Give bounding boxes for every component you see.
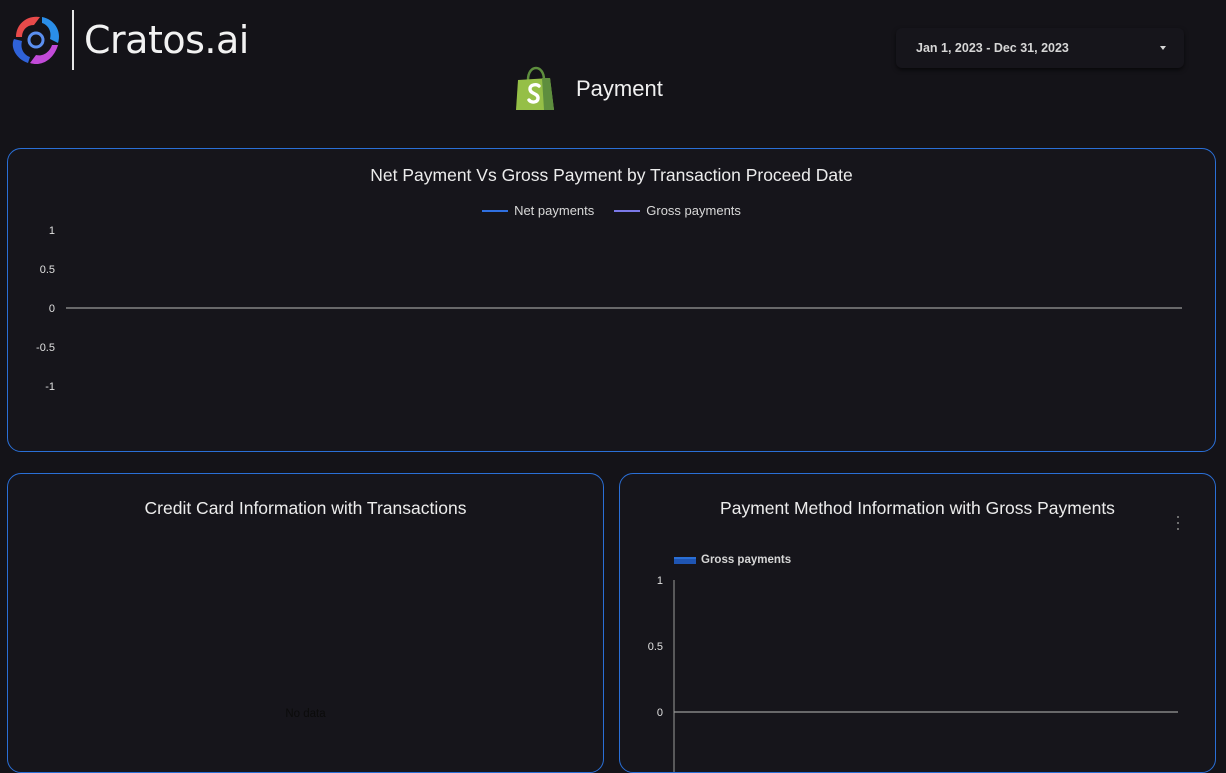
line-chart-plot: 1 0.5 0 -0.5 -1: [36, 225, 1182, 393]
page-header: Payment: [514, 66, 663, 112]
shopify-bag-icon: [516, 66, 554, 110]
chart-title: Credit Card Information with Transaction…: [144, 498, 467, 518]
y-tick-label: 0: [49, 303, 55, 315]
date-range-picker[interactable]: Jan 1, 2023 - Dec 31, 2023: [896, 28, 1184, 68]
date-range-value: Jan 1, 2023 - Dec 31, 2023: [916, 41, 1069, 55]
y-tick-label: 0.5: [648, 641, 663, 653]
no-data-message: No data: [285, 708, 326, 720]
y-tick-label: 1: [657, 575, 663, 587]
page-title: Payment: [576, 76, 663, 101]
payment-method-chart-card: Payment Method Information with Gross Pa…: [619, 473, 1216, 773]
net-vs-gross-chart-card: Net Payment Vs Gross Payment by Transact…: [7, 148, 1216, 452]
y-tick-label: -1: [45, 381, 55, 393]
y-tick-label: 0.5: [40, 264, 55, 276]
y-tick-label: 0: [657, 707, 663, 719]
cratos-logo-icon: [12, 16, 60, 65]
brand-name: Cratos.ai: [84, 18, 249, 62]
bar-chart-plot: 10.50: [648, 575, 1178, 772]
y-tick-label: 1: [49, 225, 55, 237]
logo-divider: [72, 10, 74, 70]
brand-logo: Cratos.ai: [8, 10, 249, 70]
credit-card-info-card: Credit Card Information with Transaction…: [7, 473, 604, 773]
caret-down-icon: [1160, 46, 1166, 50]
y-tick-label: -0.5: [36, 342, 55, 354]
